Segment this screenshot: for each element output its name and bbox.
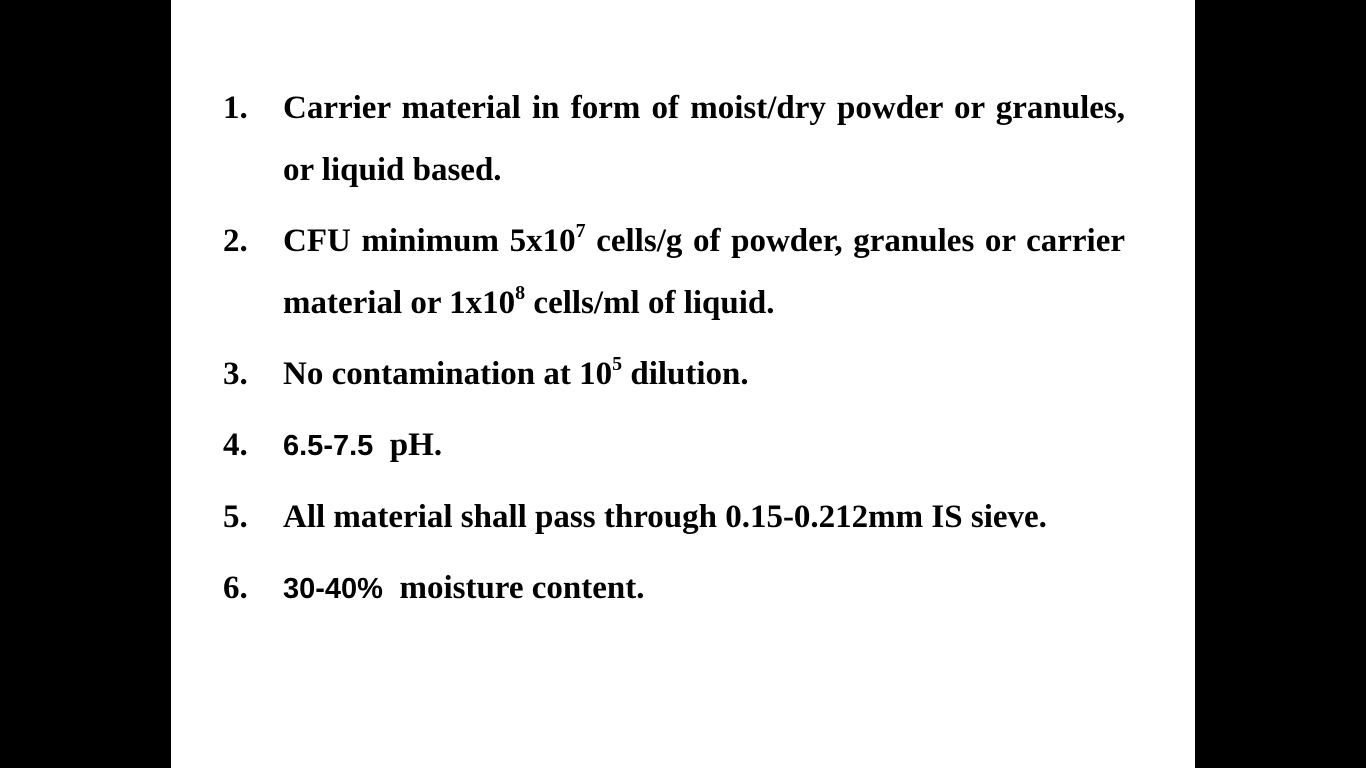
exponent: 7 [575, 220, 586, 242]
item-number: 2. [223, 223, 248, 259]
moisture-range: 30-40% [283, 573, 383, 605]
exponent: 8 [515, 282, 526, 304]
item-number: 5. [223, 499, 248, 535]
requirements-list: 1. Carrier material in form of moist/dry… [223, 77, 1125, 629]
item-text: CFU minimum 5x107 cells/g of powder, gra… [283, 210, 1125, 334]
list-item: 3. No contamination at 105 dilution. [223, 343, 1125, 405]
list-item: 4. 6.5-7.5 pH. [223, 414, 1125, 477]
item-number: 3. [223, 356, 248, 392]
text-part: cells/ml of liquid. [525, 285, 775, 321]
ph-unit: pH. [389, 427, 443, 463]
item-text: 30-40% moisture content. [283, 557, 1125, 620]
text-part: CFU minimum 5x10 [283, 223, 576, 259]
item-text: No contamination at 105 dilution. [283, 343, 1125, 405]
slide: 1. Carrier material in form of moist/dry… [171, 0, 1195, 768]
item-number: 4. [223, 427, 248, 463]
ph-range: 6.5-7.5 [283, 430, 374, 462]
exponent: 5 [612, 353, 623, 375]
item-text: Carrier material in form of moist/dry po… [283, 90, 1125, 188]
list-item: 1. Carrier material in form of moist/dry… [223, 77, 1125, 201]
list-item: 5. All material shall pass through 0.15-… [223, 486, 1125, 548]
list-item: 6. 30-40% moisture content. [223, 557, 1125, 620]
item-number: 1. [223, 90, 248, 126]
list-item: 2. CFU minimum 5x107 cells/g of powder, … [223, 210, 1125, 334]
item-number: 6. [223, 570, 248, 606]
moisture-label: moisture content. [399, 570, 645, 606]
item-text: 6.5-7.5 pH. [283, 414, 1125, 477]
item-text: All material shall pass through 0.15-0.2… [283, 499, 1047, 535]
text-part: dilution. [622, 356, 749, 392]
text-part: No contamination at 10 [283, 356, 613, 392]
